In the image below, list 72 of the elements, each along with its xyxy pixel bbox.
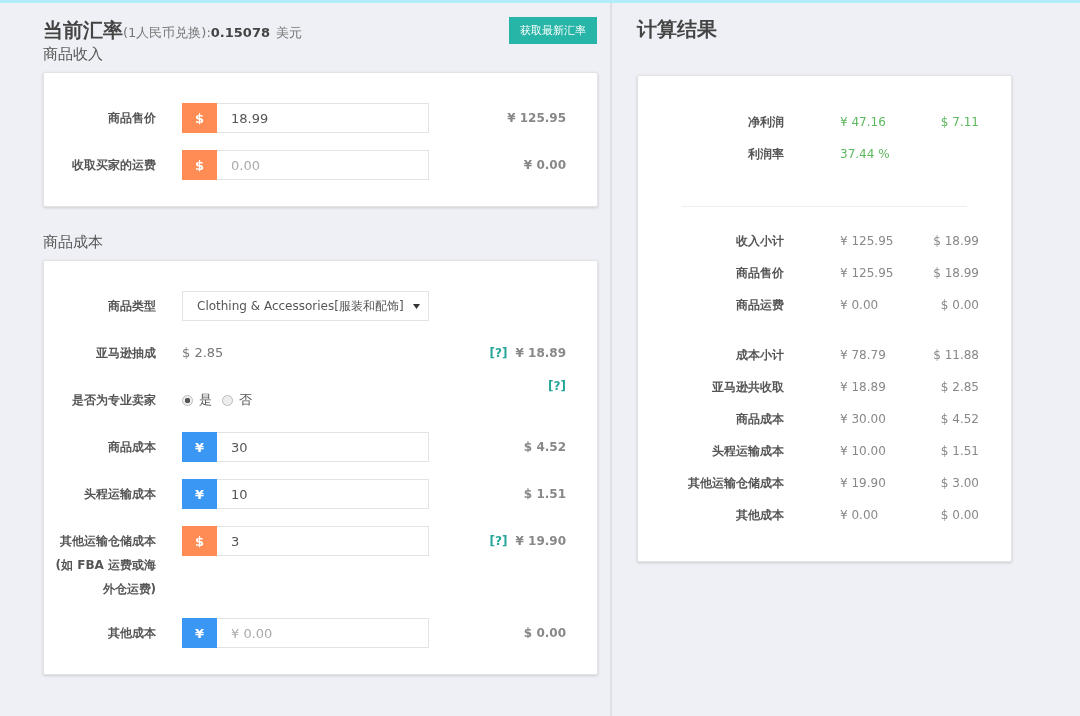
cny-value: ¥ 125.95: [840, 266, 894, 280]
converted-value: $ 4.52: [523, 440, 566, 454]
result-label: 成本小计: [736, 346, 784, 364]
field-label: 商品成本: [107, 439, 156, 456]
converted-value: $ 0.00: [523, 626, 566, 640]
radio-icon[interactable]: [182, 394, 193, 406]
radio-icon[interactable]: [222, 394, 233, 406]
category-dropdown[interactable]: Clothing & Accessories[服装和配饰]: [182, 291, 429, 321]
usd-value: $ 7.11: [940, 115, 979, 129]
usd-value: $ 1.51: [940, 444, 979, 458]
result-label: 收入小计: [736, 232, 784, 250]
converted-value: $ 1.51: [523, 487, 566, 501]
field-label: 其他运输仓储成本(如 FBA 运费或海外仓运费): [54, 533, 156, 598]
section-title: 商品成本: [43, 233, 104, 252]
usd-value: $ 18.99: [933, 266, 979, 280]
currency-addon: $: [182, 526, 217, 556]
result-label: 亚马逊共收取: [712, 378, 784, 396]
currency-addon: ¥: [182, 432, 217, 462]
currency-addon: ¥: [182, 479, 217, 509]
field-label: 商品类型: [107, 298, 156, 315]
cny-value: 37.44 %: [840, 147, 890, 161]
cny-value: ¥ 10.00: [840, 444, 886, 458]
converted-value: ¥ 0.00: [523, 158, 566, 172]
currency-addon: $: [182, 150, 217, 180]
section-title: 商品收入: [43, 45, 104, 64]
result-label: 头程运输成本: [712, 442, 784, 460]
radio-option[interactable]: 否: [222, 391, 252, 409]
input-group[interactable]: ¥ 30: [182, 432, 429, 462]
value-text: $ 2.85: [182, 344, 225, 362]
field-label: 收取买家的运费: [71, 157, 156, 174]
usd-value: $ 0.00: [940, 298, 979, 312]
rate-value: 0.15078: [210, 24, 270, 40]
field-label: 亚马逊抽成: [95, 345, 156, 362]
usd-value: $ 3.00: [940, 476, 979, 490]
cny-value: ¥ 18.89: [840, 380, 886, 394]
rate-note: (1人民币兑换):: [123, 24, 211, 42]
usd-value: $ 4.52: [940, 412, 979, 426]
result-label: 其他运输仓储成本: [688, 474, 784, 492]
cny-value: ¥ 125.95: [840, 234, 894, 248]
converted-value: ¥ 18.89: [515, 346, 566, 360]
cny-value: ¥ 19.90: [840, 476, 886, 490]
cny-value: ¥ 47.16: [840, 115, 886, 129]
cny-value: ¥ 0.00: [840, 508, 879, 522]
field-label: 商品售价: [107, 110, 156, 127]
result-label: 净利润: [748, 113, 784, 131]
converted-value: ¥ 19.90: [515, 534, 566, 548]
cny-value: ¥ 30.00: [840, 412, 886, 426]
field-label: 其他成本: [107, 625, 156, 642]
usd-value: $ 0.00: [940, 508, 979, 522]
page-title: 当前汇率: [43, 16, 123, 44]
results-title: 计算结果: [637, 16, 718, 43]
rate-unit: 美元: [276, 23, 302, 42]
result-label: 商品成本: [736, 410, 784, 428]
result-label: 商品售价: [736, 264, 784, 282]
radio-option[interactable]: 是: [182, 391, 212, 409]
converted-value: ¥ 125.95: [507, 111, 566, 125]
input-group[interactable]: ¥ 10: [182, 479, 429, 509]
caret-icon: [413, 303, 420, 309]
currency-addon: ¥: [182, 618, 217, 648]
cny-value: ¥ 0.00: [840, 298, 879, 312]
input-group[interactable]: $ 18.99: [182, 103, 429, 133]
cny-value: ¥ 78.79: [840, 348, 886, 362]
result-label: 利润率: [748, 145, 784, 163]
usd-value: $ 18.99: [933, 234, 979, 248]
result-label: 其他成本: [736, 506, 784, 524]
usd-value: $ 2.85: [940, 380, 979, 394]
result-label: 商品运费: [736, 296, 784, 314]
currency-addon: $: [182, 103, 217, 133]
field-label: 头程运输成本: [83, 486, 156, 503]
usd-value: $ 11.88: [933, 348, 979, 362]
field-label: 是否为专业卖家: [71, 392, 156, 409]
input-group[interactable]: $ 3: [182, 526, 429, 556]
